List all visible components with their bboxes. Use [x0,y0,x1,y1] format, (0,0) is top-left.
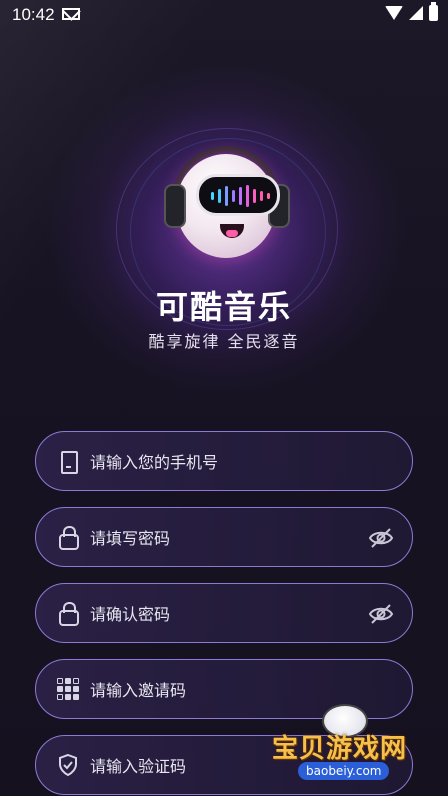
status-icons [385,2,438,21]
lock-icon [56,601,80,626]
watermark-url: baobeiy.com [298,762,390,780]
mail-icon [62,8,80,20]
password-placeholder: 请填写密码 [90,529,171,548]
left-earcup [164,184,186,228]
status-time: 10:42 [12,5,55,24]
phone-icon [56,449,80,474]
password-field[interactable]: 请填写密码 [35,507,413,567]
qr-code-icon [56,677,80,701]
mascot-visor [196,174,280,216]
confirm-password-field[interactable]: 请确认密码 [35,583,413,643]
watermark-name: 宝贝游戏网 [272,734,408,764]
shield-icon [56,753,80,777]
phone-field[interactable]: 请输入您的手机号 [35,431,413,491]
lock-icon [56,525,80,550]
eye-off-icon[interactable] [368,602,394,626]
invite-code-placeholder: 请输入邀请码 [90,681,187,700]
app-title: 可酷音乐 [155,288,292,326]
eye-off-icon[interactable] [368,526,394,550]
status-bar: 10:42 [0,0,448,30]
verify-code-placeholder: 请输入验证码 [90,757,187,776]
app-slogan: 酷享旋律 全民逐音 [148,332,300,351]
signal-icon [409,6,423,20]
sound-wave-icon [211,185,270,207]
app-logo-mascot [164,146,290,264]
battery-icon [429,2,438,21]
phone-placeholder: 请输入您的手机号 [90,453,219,472]
watermark: 宝贝游戏网 baobeiy.com [272,704,448,786]
wifi-icon [385,6,403,20]
confirm-password-placeholder: 请确认密码 [90,605,171,624]
